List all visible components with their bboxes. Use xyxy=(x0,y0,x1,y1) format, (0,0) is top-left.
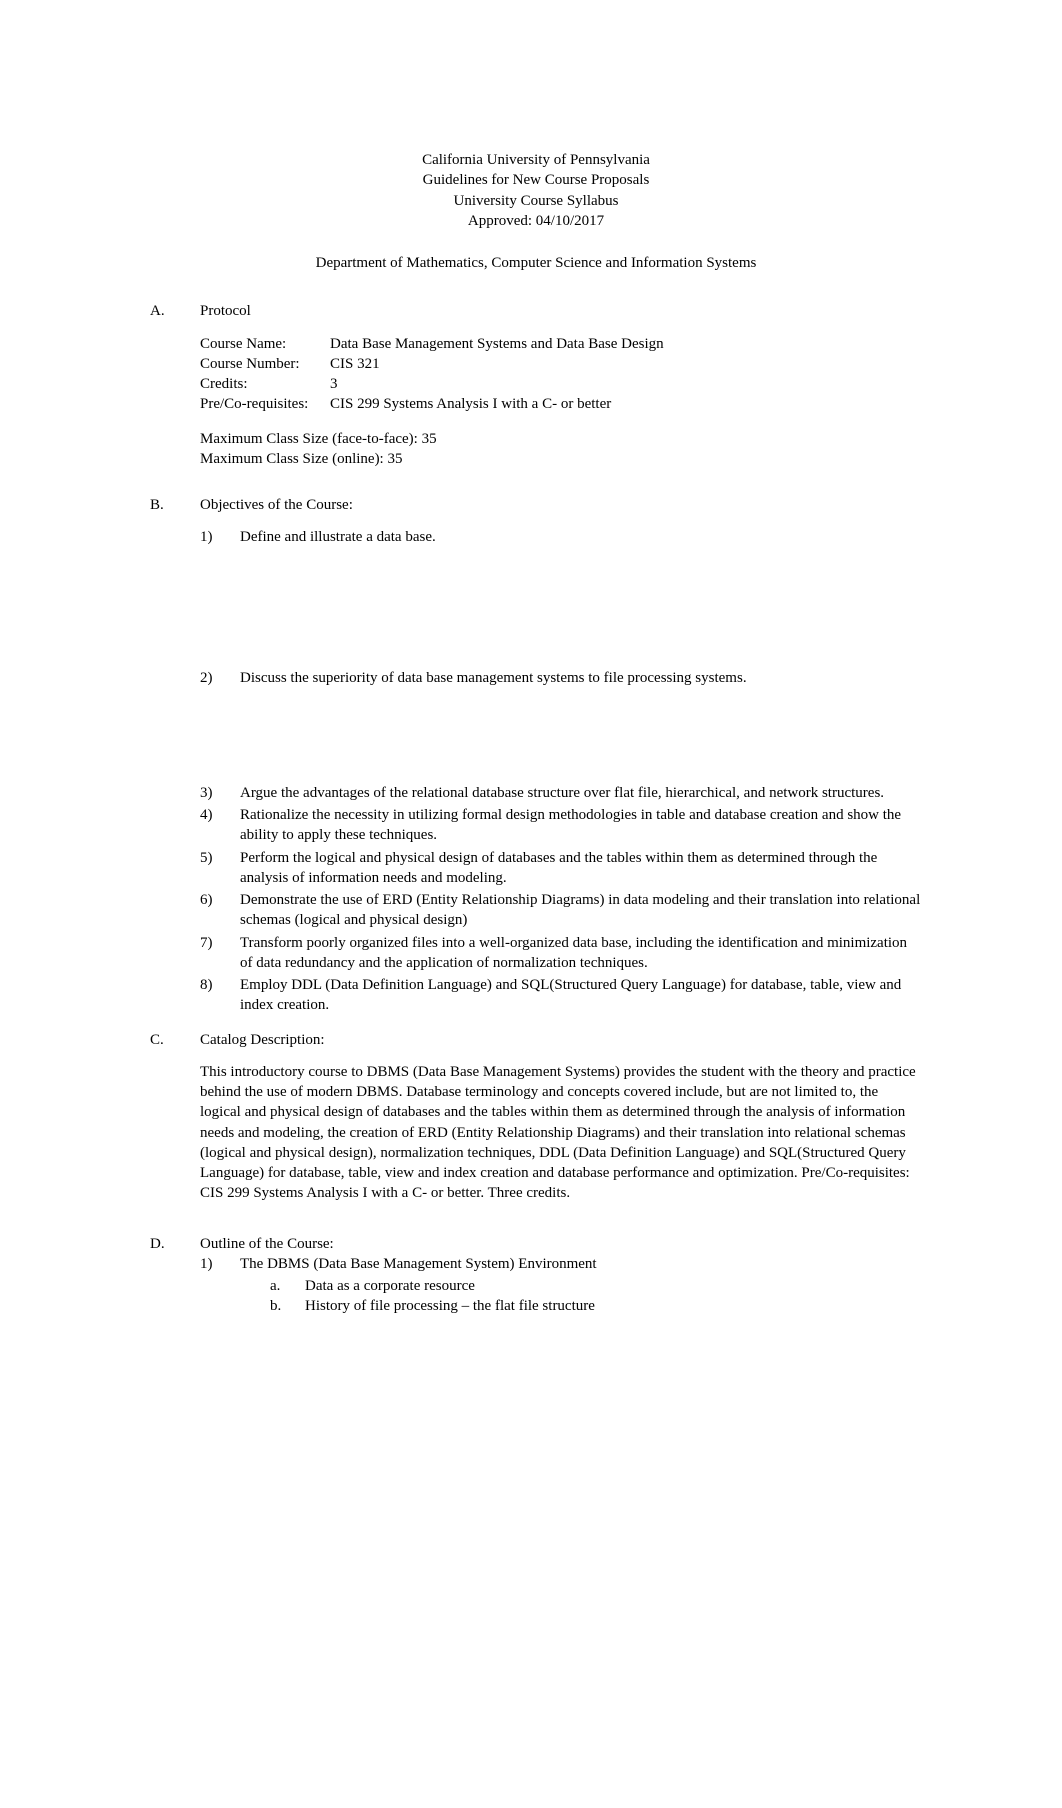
outline-number: 1) xyxy=(200,1254,240,1274)
section-c: C. Catalog Description: This introductor… xyxy=(150,1030,922,1222)
credits-label: Credits: xyxy=(200,374,330,394)
objective-text: Argue the advantages of the relational d… xyxy=(240,783,922,803)
objective-text: Demonstrate the use of ERD (Entity Relat… xyxy=(240,890,922,931)
outline-subitem-text: History of file processing – the flat fi… xyxy=(305,1296,922,1316)
section-a-title: Protocol xyxy=(200,301,922,321)
objectives-list: 1)Define and illustrate a data base. 2)Di… xyxy=(200,527,922,1015)
header-guidelines: Guidelines for New Course Proposals xyxy=(150,170,922,190)
section-b: B. Objectives of the Course: 1)Define an… xyxy=(150,495,922,1018)
max-face-to-face: Maximum Class Size (face-to-face): 35 xyxy=(200,429,922,449)
objective-item: 1)Define and illustrate a data base. xyxy=(200,527,922,547)
outline-text: The DBMS (Data Base Management System) E… xyxy=(240,1254,922,1274)
catalog-description: This introductory course to DBMS (Data B… xyxy=(200,1062,922,1204)
outline-subitem: b.History of file processing – the flat … xyxy=(200,1296,922,1316)
objective-item: 6)Demonstrate the use of ERD (Entity Rel… xyxy=(200,890,922,931)
prereq-value: CIS 299 Systems Analysis I with a C- or … xyxy=(330,394,922,414)
objective-number: 1) xyxy=(200,527,240,547)
objective-number: 7) xyxy=(200,933,240,974)
objective-text: Define and illustrate a data base. xyxy=(240,527,922,547)
objective-item: 5)Perform the logical and physical desig… xyxy=(200,848,922,889)
section-c-title: Catalog Description: xyxy=(200,1030,922,1050)
objective-text: Employ DDL (Data Definition Language) an… xyxy=(240,975,922,1016)
outline-subitem: a.Data as a corporate resource xyxy=(200,1276,922,1296)
objective-number: 3) xyxy=(200,783,240,803)
outline-subitem-letter: b. xyxy=(270,1296,305,1316)
course-number-label: Course Number: xyxy=(200,354,330,374)
section-a: A. Protocol Course Name: Data Base Manag… xyxy=(150,301,922,483)
header-university: California University of Pennsylvania xyxy=(150,150,922,170)
header-approved: Approved: 04/10/2017 xyxy=(150,211,922,231)
objective-number: 5) xyxy=(200,848,240,889)
objective-item: 4)Rationalize the necessity in utilizing… xyxy=(200,805,922,846)
objective-item: 8)Employ DDL (Data Definition Language) … xyxy=(200,975,922,1016)
outline-subitem-letter: a. xyxy=(270,1276,305,1296)
objective-text: Rationalize the necessity in utilizing f… xyxy=(240,805,922,846)
section-b-title: Objectives of the Course: xyxy=(200,495,922,515)
document-header: California University of Pennsylvania Gu… xyxy=(150,150,922,231)
header-syllabus: University Course Syllabus xyxy=(150,191,922,211)
section-c-letter: C. xyxy=(150,1030,200,1222)
section-d-letter: D. xyxy=(150,1234,200,1317)
max-class-sizes: Maximum Class Size (face-to-face): 35 Ma… xyxy=(200,429,922,470)
outline-item: 1)The DBMS (Data Base Management System)… xyxy=(200,1254,922,1274)
objective-number: 2) xyxy=(200,668,240,688)
course-name-value: Data Base Management Systems and Data Ba… xyxy=(330,334,922,354)
prereq-label: Pre/Co-requisites: xyxy=(200,394,330,414)
objective-item: 7)Transform poorly organized files into … xyxy=(200,933,922,974)
section-a-letter: A. xyxy=(150,301,200,483)
credits-value: 3 xyxy=(330,374,922,394)
objective-text: Discuss the superiority of data base man… xyxy=(240,668,922,688)
objective-number: 8) xyxy=(200,975,240,1016)
section-d-title: Outline of the Course: xyxy=(200,1234,922,1254)
section-d: D. Outline of the Course: 1)The DBMS (Da… xyxy=(150,1234,922,1317)
objective-item: 2)Discuss the superiority of data base m… xyxy=(200,668,922,688)
objective-text: Transform poorly organized files into a … xyxy=(240,933,922,974)
course-name-label: Course Name: xyxy=(200,334,330,354)
objective-number: 6) xyxy=(200,890,240,931)
outline-subitem-text: Data as a corporate resource xyxy=(305,1276,922,1296)
course-number-value: CIS 321 xyxy=(330,354,922,374)
outline-list: 1)The DBMS (Data Base Management System)… xyxy=(200,1254,922,1317)
objective-item: 3)Argue the advantages of the relational… xyxy=(200,783,922,803)
section-b-letter: B. xyxy=(150,495,200,1018)
objective-text: Perform the logical and physical design … xyxy=(240,848,922,889)
max-online: Maximum Class Size (online): 35 xyxy=(200,449,922,469)
protocol-fields: Course Name: Data Base Management System… xyxy=(200,334,922,415)
department-line: Department of Mathematics, Computer Scie… xyxy=(150,253,922,273)
objective-number: 4) xyxy=(200,805,240,846)
